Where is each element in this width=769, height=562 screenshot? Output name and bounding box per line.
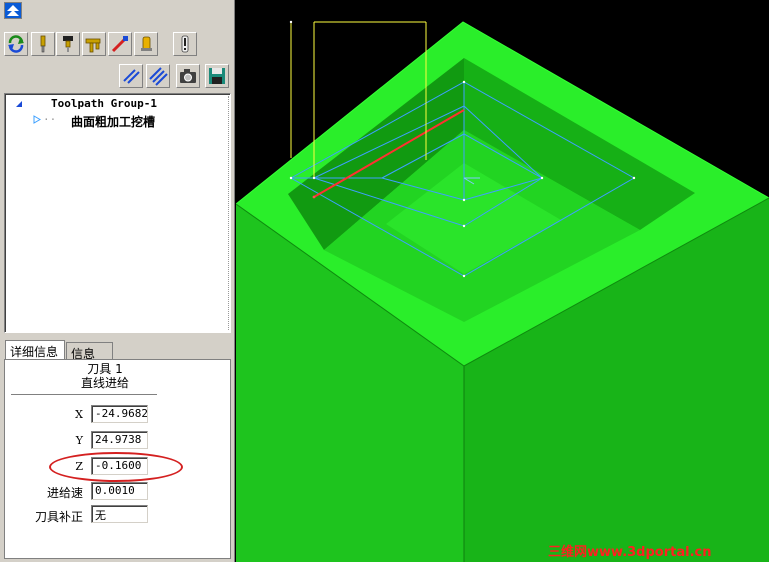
toolpath-display-icon [123,69,140,84]
stock-button[interactable] [134,32,158,56]
holder-button[interactable] [56,32,80,56]
y-label: Y [75,434,83,447]
tool-icon [40,35,46,53]
toolpath-color-button[interactable] [108,32,132,56]
z-label: Z [75,460,83,473]
feedrate-label: 进给速 [46,486,83,500]
refresh-icon [8,35,24,53]
cutter-comp-label: 刀具补正 [34,510,83,524]
3d-viewport[interactable] [236,0,769,562]
left-panel: Toolpath Group-1 ·· 曲面粗加工挖槽 详细信息 信息 刀具 1… [0,0,235,562]
tree-group-label: Toolpath Group-1 [51,97,157,110]
alert-button[interactable] [173,32,197,56]
save-button[interactable] [205,64,229,88]
toolpath-display-button[interactable] [119,64,143,88]
tab-bar: 详细信息 信息 [4,340,231,361]
z-value: -0.1600 [91,457,148,475]
x-label: X [75,408,83,421]
tab-info[interactable]: 信息 [66,342,113,361]
toolpath-multi-button[interactable] [146,64,170,88]
tree-operation-label: 曲面粗加工挖槽 [71,115,156,129]
y-value: 24.9738 [91,431,148,449]
camera-icon [180,69,196,83]
alert-icon [181,35,189,53]
tool-button[interactable] [31,32,55,56]
holder-icon [63,36,73,52]
watermark: 三维网www.3dportal.cn [548,545,712,560]
expand-triangle-icon [16,101,22,107]
collapse-button[interactable] [4,2,22,19]
toolpath-color-icon [111,36,128,53]
operation-triangle-icon [33,115,41,124]
stock-icon [141,36,152,51]
double-up-arrow-icon [5,3,21,18]
toolpath-multi-icon [149,67,168,86]
model-render [236,20,769,562]
tab-details[interactable]: 详细信息 [5,340,65,360]
toolpath-tree[interactable]: Toolpath Group-1 ·· 曲面粗加工挖槽 [4,93,231,333]
separator [11,394,157,395]
cutter-comp-value: 无 [91,505,148,523]
move-type: 直线进给 [80,376,129,390]
shank-button[interactable] [82,32,106,56]
refresh-button[interactable] [4,32,28,56]
save-icon [209,68,225,84]
feedrate-value: 0.0010 [91,482,148,500]
details-pane: 刀具 1 直线进给 X -24.9682 Y 24.9738 Z -0.1600… [4,359,231,559]
tree-scroll-guide [228,96,229,330]
x-value: -24.9682 [91,405,148,423]
camera-button[interactable] [176,64,200,88]
tree-connector: ·· [43,113,57,126]
shank-icon [85,38,101,53]
